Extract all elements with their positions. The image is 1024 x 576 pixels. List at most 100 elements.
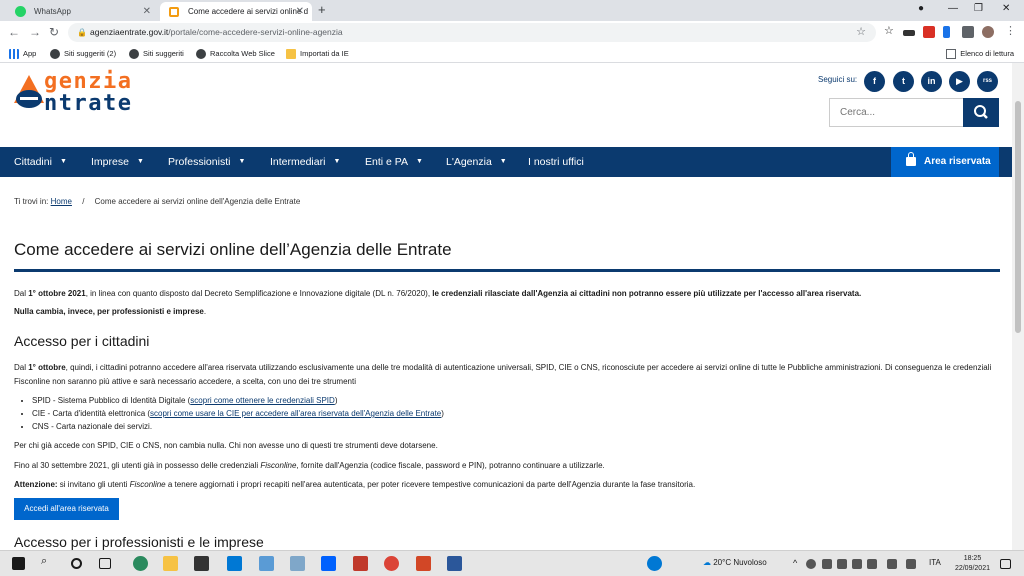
nav-imprese[interactable]: Imprese ▼	[91, 147, 144, 177]
address-bar[interactable]: 🔒 agenziaentrate.gov.it/portale/come-acc…	[68, 23, 876, 42]
bookmark-importati-da-ie[interactable]: Importati da IE	[286, 48, 349, 60]
bookmark-star-icon[interactable]: ☆	[856, 23, 866, 42]
linkedin-icon[interactable]: in	[921, 71, 942, 92]
tray-chevron-icon[interactable]: ^	[793, 558, 797, 568]
glasses-extension-icon[interactable]	[903, 30, 915, 36]
search-input[interactable]	[829, 98, 963, 127]
help-icon[interactable]	[647, 556, 662, 571]
text-bold: Nulla cambia, invece, per professionisti…	[14, 307, 204, 316]
area-riservata-button[interactable]: Area riservata	[891, 147, 999, 177]
kebab-menu-icon[interactable]: ⋮	[1005, 24, 1017, 37]
cie-link[interactable]: scopri come usare la CIE per accedere al…	[150, 409, 441, 418]
forward-icon[interactable]: →	[29, 25, 41, 39]
nav-label: Cittadini	[14, 156, 52, 168]
nav-intermediari[interactable]: Intermediari ▼	[270, 147, 340, 177]
reading-list-label: Elenco di lettura	[960, 49, 1014, 58]
star-icon[interactable]: ☆	[884, 24, 896, 37]
twitter-icon[interactable]: t	[893, 71, 914, 92]
reading-list[interactable]: Elenco di lettura	[946, 48, 1014, 60]
search-icon[interactable]: ⌕	[41, 555, 47, 568]
bookmark-label: Siti suggeriti (2)	[64, 49, 117, 58]
outlook-icon[interactable]	[227, 556, 242, 571]
nav-professionisti[interactable]: Professionisti ▼	[168, 147, 245, 177]
reload-icon[interactable]: ↻	[49, 25, 59, 39]
tab-whatsapp[interactable]: WhatsApp ✕	[6, 2, 159, 21]
pen-icon[interactable]	[887, 559, 897, 569]
record-icon[interactable]: ●	[918, 3, 924, 14]
pdf-extension-icon[interactable]	[923, 26, 935, 38]
back-icon[interactable]: ←	[8, 25, 20, 39]
paragraph-spid-cie-cns: Per chi già accede con SPID, CIE o CNS, …	[14, 441, 438, 450]
close-icon[interactable]: ✕	[143, 2, 151, 21]
chrome-icon[interactable]	[384, 556, 399, 571]
wifi-icon[interactable]	[867, 559, 877, 569]
network-tray-icon[interactable]	[837, 559, 847, 569]
text: , in linea con quanto disposto dal Decre…	[85, 289, 433, 298]
puzzle-extensions-icon[interactable]	[962, 26, 974, 38]
language-indicator[interactable]: ITA	[929, 558, 941, 567]
bookmarks-bar: App Siti suggeriti (2) Siti suggeriti Ra…	[0, 45, 1024, 63]
restore-icon[interactable]: ❐	[974, 3, 983, 14]
tab-title: WhatsApp	[34, 7, 71, 16]
cortana-icon[interactable]	[71, 558, 82, 569]
agenzia-entrate-logo[interactable]: genzia ntrate	[14, 65, 184, 119]
minimize-icon[interactable]: —	[948, 3, 958, 14]
bitwarden-extension-icon[interactable]	[943, 26, 950, 38]
store-icon[interactable]	[194, 556, 209, 571]
bookmark-raccolta-web-slice[interactable]: Raccolta Web Slice	[196, 48, 275, 60]
nav-enti-e-pa[interactable]: Enti e PA ▼	[365, 147, 423, 177]
windows-taskbar: ⌕ ☁ 20°C Nuvoloso ^ ITA 18:25 22/09/2021	[0, 550, 1024, 576]
breadcrumb-separator: /	[82, 197, 85, 206]
weather-widget[interactable]: ☁ 20°C Nuvoloso	[703, 558, 767, 567]
breadcrumb-home-link[interactable]: Home	[51, 197, 72, 206]
spid-link[interactable]: scopri come ottenere le credenziali SPID	[190, 396, 335, 405]
bookmark-siti-suggeriti-2[interactable]: Siti suggeriti (2)	[50, 48, 116, 60]
nav-agenzia[interactable]: L'Agenzia ▼	[446, 147, 507, 177]
windows-start-icon[interactable]	[12, 557, 25, 570]
new-tab-icon[interactable]: +	[318, 2, 326, 17]
text: .	[203, 307, 207, 316]
edge-icon[interactable]	[133, 556, 148, 571]
close-icon[interactable]: ✕	[296, 2, 304, 21]
tray-icon[interactable]	[806, 559, 816, 569]
volume-icon[interactable]	[906, 559, 916, 569]
bookmark-label: Siti suggeriti	[143, 49, 184, 58]
dropbox-tray-icon[interactable]	[822, 559, 832, 569]
notifications-icon[interactable]	[1000, 559, 1011, 569]
dropbox-icon[interactable]	[321, 556, 336, 571]
battery-icon[interactable]	[852, 559, 862, 569]
text-bold: 1° ottobre 2021	[28, 289, 86, 298]
caret-down-icon: ▼	[136, 158, 144, 166]
breadcrumb: Ti trovi in: Home / Come accedere ai ser…	[14, 197, 300, 206]
profile-avatar-icon[interactable]	[982, 26, 994, 38]
youtube-icon[interactable]: ▶	[949, 71, 970, 92]
office-icon[interactable]	[416, 556, 431, 571]
app-icon[interactable]	[290, 556, 305, 571]
word-icon[interactable]	[447, 556, 462, 571]
accedi-area-riservata-button[interactable]: Accedi all'area riservata	[14, 498, 119, 520]
breadcrumb-current: Come accedere ai servizi online dell'Age…	[94, 197, 301, 206]
rss-icon[interactable]: rss	[977, 71, 998, 92]
text-bold: le credenziali rilasciate dall'Agenzia a…	[432, 289, 862, 298]
bookmark-siti-suggeriti[interactable]: Siti suggeriti	[129, 48, 184, 60]
file-explorer-icon[interactable]	[163, 556, 178, 571]
mail-icon[interactable]	[259, 556, 274, 571]
scrollbar-thumb[interactable]	[1015, 101, 1021, 333]
clock-time: 18:25	[963, 555, 982, 562]
list-item: CIE - Carta d'identità elettronica (scop…	[32, 407, 444, 420]
text-italic: Fisconline	[129, 480, 166, 489]
page-scrollbar[interactable]	[1012, 63, 1024, 550]
system-clock[interactable]: 18:25 22/09/2021	[955, 554, 990, 574]
task-view-icon[interactable]	[99, 558, 111, 569]
nav-cittadini[interactable]: Cittadini ▼	[14, 147, 67, 177]
app-red-icon[interactable]	[353, 556, 368, 571]
search-button[interactable]	[963, 98, 999, 127]
intro-paragraph: Dal 1° ottobre 2021, in linea con quanto…	[14, 287, 1000, 301]
tab-agenzia-entrate[interactable]: Come accedere ai servizi online d ✕	[160, 2, 312, 21]
caret-down-icon: ▼	[416, 158, 423, 166]
window-close-icon[interactable]: ✕	[1002, 3, 1010, 14]
facebook-icon[interactable]: f	[864, 71, 885, 92]
bookmark-app[interactable]: App	[9, 48, 36, 60]
list-item: CNS - Carta nazionale dei servizi.	[32, 420, 444, 433]
nav-nostri-uffici[interactable]: I nostri uffici	[528, 147, 584, 177]
